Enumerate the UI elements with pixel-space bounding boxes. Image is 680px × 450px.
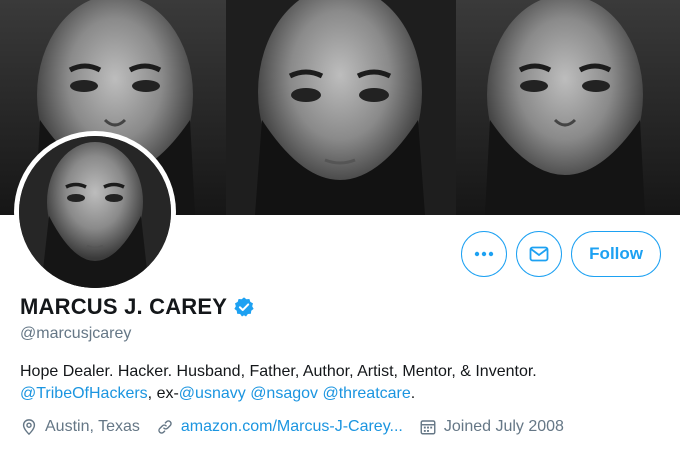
mention-link[interactable]: @nsagov xyxy=(250,385,318,402)
more-button[interactable] xyxy=(461,231,508,277)
mention-link[interactable]: @threatcare xyxy=(322,385,410,402)
bio-line-1: Hope Dealer. Hacker. Husband, Father, Au… xyxy=(20,363,537,380)
profile-name-row: MARCUS J. CAREY xyxy=(20,294,255,320)
profile-meta: Austin, Texas amazon.com/Marcus-J-Carey.… xyxy=(20,418,580,436)
joined-item: Joined July 2008 xyxy=(419,418,564,436)
message-button[interactable] xyxy=(516,231,563,277)
avatar-image xyxy=(19,136,171,288)
follow-button[interactable]: Follow xyxy=(571,231,661,277)
envelope-icon xyxy=(529,246,549,262)
display-name: MARCUS J. CAREY xyxy=(20,294,228,319)
profile-bio: Hope Dealer. Hacker. Husband, Father, Au… xyxy=(20,361,660,405)
more-icon xyxy=(474,251,494,257)
mention-link[interactable]: @usnavy xyxy=(179,385,246,402)
location-text: Austin, Texas xyxy=(45,418,140,435)
calendar-icon xyxy=(420,420,436,435)
verified-badge-icon xyxy=(234,297,254,317)
profile-avatar[interactable] xyxy=(14,131,176,293)
website-link[interactable]: amazon.com/Marcus-J-Carey... xyxy=(181,418,403,436)
joined-text: Joined July 2008 xyxy=(443,418,564,435)
location-pin-icon xyxy=(22,419,36,436)
link-icon xyxy=(158,420,172,434)
website-item: amazon.com/Marcus-J-Carey... xyxy=(156,418,403,436)
profile-handle: @marcusjcarey xyxy=(20,325,132,342)
bio-text: . xyxy=(410,385,416,402)
bio-text: , ex- xyxy=(147,385,179,402)
location-item: Austin, Texas xyxy=(20,418,140,436)
profile-actions: Follow xyxy=(461,231,661,277)
bio-line-2: @TribeOfHackers, ex-@usnavy @nsagov @thr… xyxy=(20,383,660,405)
mention-link[interactable]: @TribeOfHackers xyxy=(20,385,148,402)
